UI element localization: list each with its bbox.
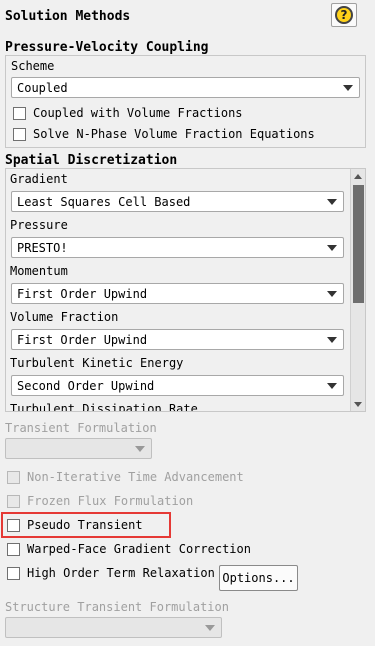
volume-fraction-label: Volume Fraction [10,310,119,324]
panel-title: Solution Methods [5,9,131,24]
pv-coupling-header: Pressure-Velocity Coupling [5,40,209,55]
scroll-down-button[interactable] [351,397,365,411]
chevron-down-icon [327,382,337,389]
high-order-label: High Order Term Relaxation [27,566,215,580]
chevron-down-icon [343,84,353,91]
gradient-label: Gradient [10,172,68,186]
momentum-value: First Order Upwind [17,286,148,301]
coupled-vf-checkbox[interactable]: Coupled with Volume Fractions [13,106,243,120]
warped-face-label: Warped-Face Gradient Correction [27,542,251,556]
pseudo-transient-label: Pseudo Transient [27,518,143,532]
tke-select[interactable]: Second Order Upwind [11,375,344,396]
arrow-down-icon [354,401,362,407]
scheme-value: Coupled [17,80,68,95]
solve-nphase-checkbox[interactable]: Solve N-Phase Volume Fraction Equations [13,127,315,141]
frozen-flux-label: Frozen Flux Formulation [27,494,194,508]
pseudo-transient-checkbox[interactable]: Pseudo Transient [7,518,143,532]
non-iterative-checkbox[interactable]: Non-Iterative Time Advancement [7,470,244,484]
momentum-select[interactable]: First Order Upwind [11,283,344,304]
high-order-checkbox[interactable]: High Order Term Relaxation [7,566,215,580]
scroll-up-button[interactable] [351,169,365,183]
frozen-flux-checkbox[interactable]: Frozen Flux Formulation [7,494,193,508]
gradient-select[interactable]: Least Squares Cell Based [11,191,344,212]
scheme-label: Scheme [11,59,55,73]
checkbox-box[interactable] [7,566,20,580]
non-iterative-label: Non-Iterative Time Advancement [27,470,244,484]
gradient-value: Least Squares Cell Based [17,194,191,209]
checkbox-box[interactable] [7,494,20,508]
checkbox-box[interactable] [13,127,26,141]
chevron-down-icon [327,198,337,205]
chevron-down-icon [205,624,215,631]
checkbox-box[interactable] [13,106,26,120]
checkbox-box[interactable] [7,542,20,556]
scheme-select[interactable]: Coupled [11,77,360,98]
warped-face-checkbox[interactable]: Warped-Face Gradient Correction [7,542,251,556]
help-button[interactable]: ? [331,3,357,27]
pressure-select[interactable]: PRESTO! [11,237,344,258]
tke-value: Second Order Upwind [17,378,155,393]
tke-label: Turbulent Kinetic Energy [10,356,184,370]
structure-transient-select[interactable] [5,617,222,638]
pv-coupling-group: Scheme Coupled Coupled with Volume Fract… [5,55,366,148]
solve-nphase-label: Solve N-Phase Volume Fraction Equations [33,127,315,141]
coupled-vf-label: Coupled with Volume Fractions [33,106,243,120]
spatial-header: Spatial Discretization [5,153,178,168]
scroll-thumb[interactable] [353,185,364,303]
transient-formulation-select[interactable] [5,438,152,459]
volume-fraction-value: First Order Upwind [17,332,148,347]
vertical-scrollbar[interactable] [350,169,365,411]
chevron-down-icon [327,336,337,343]
tdr-label: Turbulent Dissipation Rate [10,402,198,412]
pressure-value: PRESTO! [17,240,68,255]
structure-transient-label: Structure Transient Formulation [5,600,229,614]
volume-fraction-select[interactable]: First Order Upwind [11,329,344,350]
momentum-label: Momentum [10,264,68,278]
options-button[interactable]: Options... [219,565,298,591]
pressure-label: Pressure [10,218,68,232]
help-icon: ? [335,6,353,24]
checkbox-box[interactable] [7,470,20,484]
chevron-down-icon [135,445,145,452]
chevron-down-icon [327,244,337,251]
chevron-down-icon [327,290,337,297]
transient-formulation-label: Transient Formulation [5,421,157,435]
arrow-up-icon [354,173,362,179]
checkbox-box[interactable] [7,518,20,532]
spatial-scroll-pane[interactable]: Gradient Least Squares Cell Based Pressu… [5,168,366,412]
